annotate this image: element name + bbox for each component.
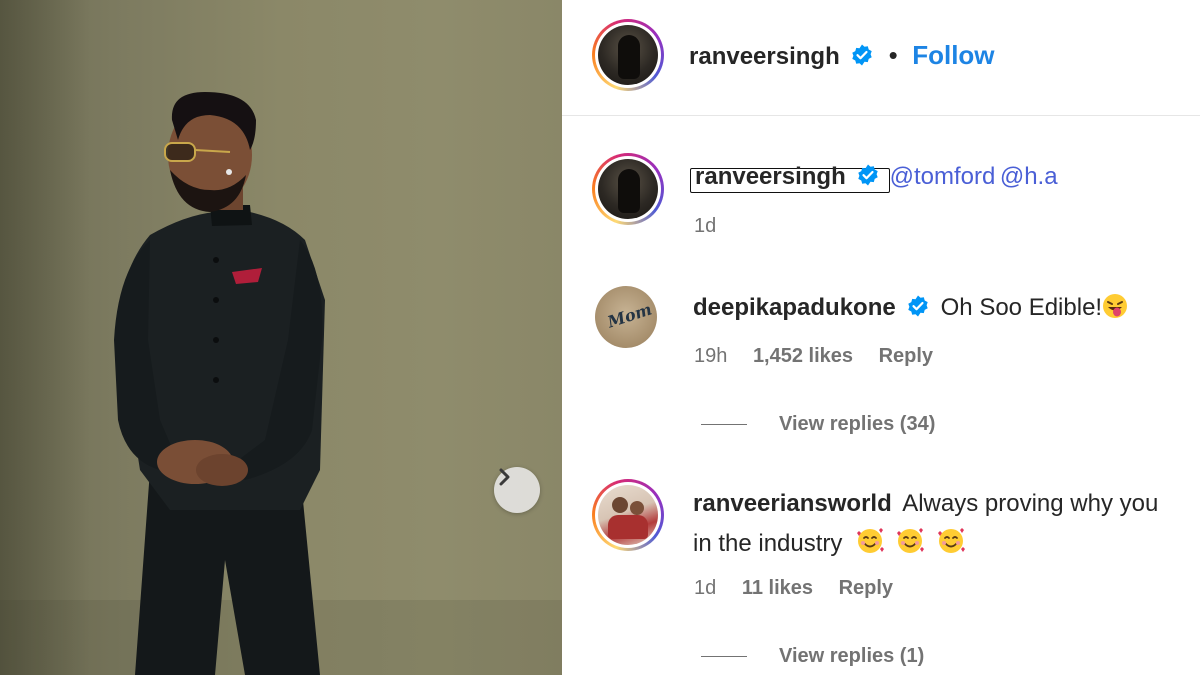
comments-panel: ranveersingh • Follow ranveersingh @tomf… xyxy=(562,0,1200,675)
author-username[interactable]: ranveersingh xyxy=(689,43,840,70)
caption-username[interactable]: ranveersingh xyxy=(695,163,846,190)
comment-2-text-line2: in the industry xyxy=(693,530,843,557)
verified-badge-icon xyxy=(858,164,878,186)
mention-tomford[interactable]: @tomford xyxy=(890,163,996,190)
header-separator: • xyxy=(888,40,898,70)
mention-ha[interactable]: @h.a xyxy=(1000,163,1058,190)
comment-1-view-replies-label[interactable]: View replies (34) xyxy=(779,413,935,435)
follow-button[interactable]: Follow xyxy=(912,40,994,70)
caption-line: ranveersingh @tomford @h.a xyxy=(690,163,1058,193)
comment-2-view-replies-label[interactable]: View replies (1) xyxy=(779,645,924,667)
verified-badge-icon xyxy=(908,295,928,317)
comment-2-likes[interactable]: 11 likes xyxy=(742,577,813,599)
man-in-suit-illustration xyxy=(0,92,562,675)
comment-2-view-replies[interactable]: View replies (1) xyxy=(701,645,924,668)
header-divider xyxy=(562,115,1200,116)
comment-1: deepikapadukone Oh Soo Edible! xyxy=(693,293,1128,322)
comment-2-text-line1: Always proving why you xyxy=(902,490,1159,517)
comment-2-time: 1d xyxy=(694,577,717,599)
caption-author-avatar[interactable] xyxy=(592,153,664,225)
comment-1-view-replies[interactable]: View replies (34) xyxy=(701,413,935,436)
comment-2: ranveeriansworld Always proving why you xyxy=(693,490,1158,518)
comment-2-line2: in the industry xyxy=(693,527,966,558)
replies-line xyxy=(701,656,747,658)
smiling-face-with-hearts-icon xyxy=(937,528,965,553)
comment-1-reply-button[interactable]: Reply xyxy=(879,345,933,367)
replies-line xyxy=(701,424,747,426)
deepika-avatar[interactable]: Mom xyxy=(595,286,657,348)
smiling-face-with-hearts-icon xyxy=(897,528,925,553)
comment-1-time: 19h xyxy=(694,345,728,367)
comment-1-likes[interactable]: 1,452 likes xyxy=(753,345,853,367)
avatar-mom-text: Mom xyxy=(605,299,655,332)
comment-2-reply-button[interactable]: Reply xyxy=(839,577,893,599)
comment-1-meta: 19h 1,452 likes Reply xyxy=(694,345,933,368)
chevron-right-icon xyxy=(499,468,510,486)
smiling-face-with-hearts-icon xyxy=(856,528,884,553)
comment-1-username[interactable]: deepikapadukone xyxy=(693,294,896,321)
face-with-tongue-emoji-icon xyxy=(1103,294,1128,318)
comment-2-meta: 1d 11 likes Reply xyxy=(694,577,893,600)
comment-2-username[interactable]: ranveeriansworld xyxy=(693,490,892,517)
caption-username-box[interactable]: ranveersingh xyxy=(690,163,890,193)
verified-badge-icon xyxy=(852,44,872,66)
author-avatar[interactable] xyxy=(592,19,664,91)
post-header: ranveersingh • Follow xyxy=(689,40,995,71)
next-photo-button[interactable] xyxy=(494,467,540,513)
caption-time: 1d xyxy=(694,215,717,237)
post-photo xyxy=(0,0,562,675)
ranveeriansworld-avatar[interactable] xyxy=(592,479,664,551)
comment-1-text: Oh Soo Edible! xyxy=(940,294,1103,321)
